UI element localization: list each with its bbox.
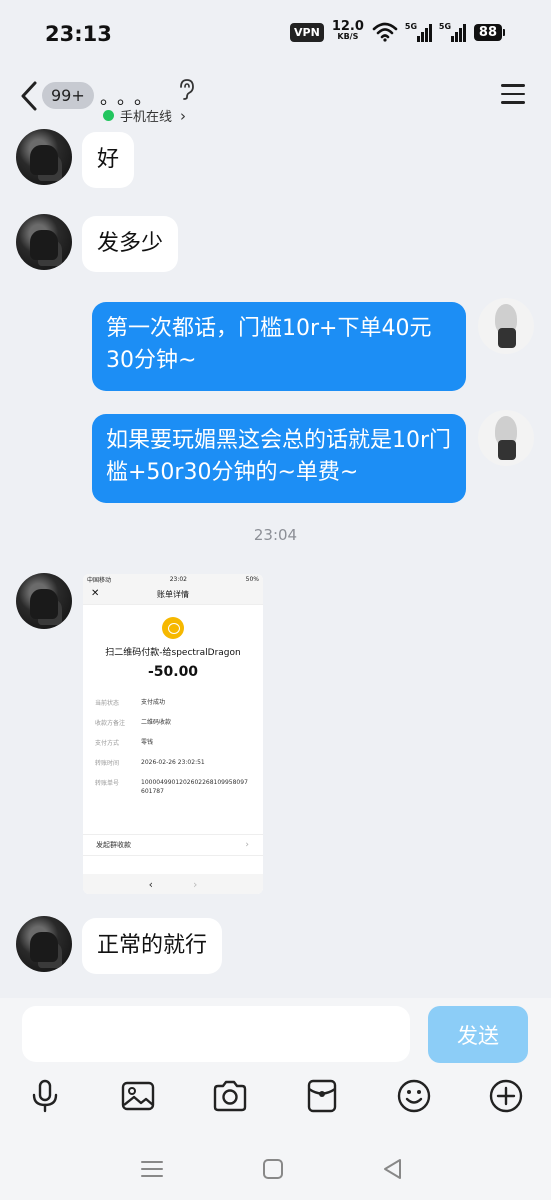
payment-detail-row: 支付方式 零钱 (95, 738, 251, 747)
payment-payee: 扫二维码付款-给spectralDragon (105, 648, 241, 658)
sim2-label: 5G (438, 22, 452, 31)
battery-icon: 88 (473, 23, 505, 41)
image-status-bar: 中国移动 23:02 50% (83, 574, 263, 584)
my-avatar[interactable] (478, 298, 534, 354)
message-bubble[interactable]: 发多少 (82, 216, 179, 272)
group-collect-link: 发起群收款 › (83, 834, 263, 856)
detail-key: 支付方式 (95, 740, 120, 747)
online-status-text: 手机在线 (120, 110, 173, 125)
menu-icon[interactable] (501, 84, 525, 106)
chevron-right-icon: › (180, 106, 187, 125)
prev-icon: ‹ (148, 877, 153, 891)
next-icon: › (193, 877, 198, 891)
image-icon[interactable] (120, 1078, 156, 1114)
send-button[interactable]: 发送 (428, 1006, 528, 1063)
my-avatar[interactable] (478, 410, 534, 466)
ear-icon (180, 79, 194, 100)
contact-avatar[interactable] (16, 573, 72, 629)
wifi-icon (372, 22, 398, 42)
contact-avatar[interactable] (16, 129, 72, 185)
message-bubble[interactable]: 好 (82, 132, 135, 188)
group-collect-label: 发起群收款 (96, 841, 131, 849)
contact-avatar[interactable] (16, 916, 72, 972)
detail-value: 2026-02-26 23:02:51 (141, 759, 205, 766)
network-speed-value: 12.0 (331, 19, 364, 34)
payment-details: 当前状态 支付成功 收款方备注 二维码收款 支付方式 零钱 转账时间 2026-… (83, 698, 263, 796)
payment-amount: -50.00 (147, 664, 199, 680)
unread-badge[interactable]: 99+ (42, 82, 94, 109)
back-arrow-icon[interactable] (16, 80, 42, 112)
detail-value: 支付成功 (141, 699, 166, 706)
image-time: 23:02 (169, 575, 187, 583)
detail-value: 二维码收款 (141, 719, 172, 726)
image-nav-title: 账单详情 (157, 589, 189, 599)
chat-header: 99+ 。。。 手机在线 › (0, 70, 551, 130)
battery-level: 88 (473, 23, 502, 41)
microphone-icon[interactable] (27, 1078, 63, 1114)
message-bubble[interactable]: 第一次都话，门槛10r+下单40元30分钟~ (92, 302, 466, 391)
sim1-label: 5G (404, 22, 418, 31)
red-packet-icon[interactable] (304, 1078, 340, 1114)
payment-detail-row: 转账单号 1000049901202602268109958097601787 (95, 778, 251, 796)
contact-avatar[interactable] (16, 214, 72, 270)
detail-value: 零钱 (141, 739, 154, 746)
system-nav-bar (0, 1150, 551, 1190)
signal-sim1-icon: 5G (404, 22, 432, 42)
message-input[interactable] (22, 1006, 410, 1062)
payment-detail-row: 转账时间 2026-02-26 23:02:51 (95, 758, 251, 767)
detail-key: 转账时间 (95, 760, 120, 767)
detail-key: 转账单号 (95, 780, 120, 787)
toolbar (0, 1078, 551, 1118)
payment-detail-row: 当前状态 支付成功 (95, 698, 251, 707)
emoji-icon[interactable] (396, 1078, 432, 1114)
image-message[interactable]: 中国移动 23:02 50% ✕ 账单详情 扫二维码付款-给spectralDr… (83, 574, 263, 894)
chevron-right-icon: › (245, 840, 249, 850)
detail-key: 当前状态 (95, 700, 120, 707)
vpn-indicator: VPN (290, 22, 324, 42)
close-icon: ✕ (91, 588, 100, 599)
image-carrier: 中国移动 (87, 576, 112, 584)
message-bubble[interactable]: 正常的就行 (82, 918, 223, 974)
online-dot (103, 110, 114, 121)
detail-value: 1000049901202602268109958097601787 (141, 779, 248, 795)
payment-icon (162, 617, 184, 639)
signal-sim2-icon: 5G (438, 22, 466, 42)
online-status[interactable]: 手机在线 › (103, 106, 186, 125)
image-battery: 50% (245, 575, 259, 583)
network-speed: 12.0 KB/S (331, 19, 364, 42)
image-nav-bar: ✕ 账单详情 (83, 584, 263, 605)
detail-key: 收款方备注 (95, 720, 126, 727)
recent-apps-icon[interactable] (137, 1154, 167, 1184)
home-icon[interactable] (258, 1154, 288, 1184)
back-triangle-icon[interactable] (378, 1154, 408, 1184)
camera-icon[interactable] (212, 1078, 248, 1114)
network-speed-unit: KB/S (337, 32, 359, 41)
image-browser-nav: ‹ › (83, 874, 263, 894)
time-separator: 23:04 (253, 526, 298, 544)
plus-icon[interactable] (488, 1078, 524, 1114)
status-icons: VPN 12.0 KB/S 5G 5G 88 (290, 19, 505, 42)
status-time: 23:13 (45, 22, 112, 46)
payment-detail-row: 收款方备注 二维码收款 (95, 718, 251, 727)
status-bar: 23:13 VPN 12.0 KB/S 5G 5G 88 (0, 0, 551, 70)
message-bubble[interactable]: 如果要玩媚黑这会总的话就是10r门槛+50r30分钟的~单费~ (92, 414, 466, 503)
